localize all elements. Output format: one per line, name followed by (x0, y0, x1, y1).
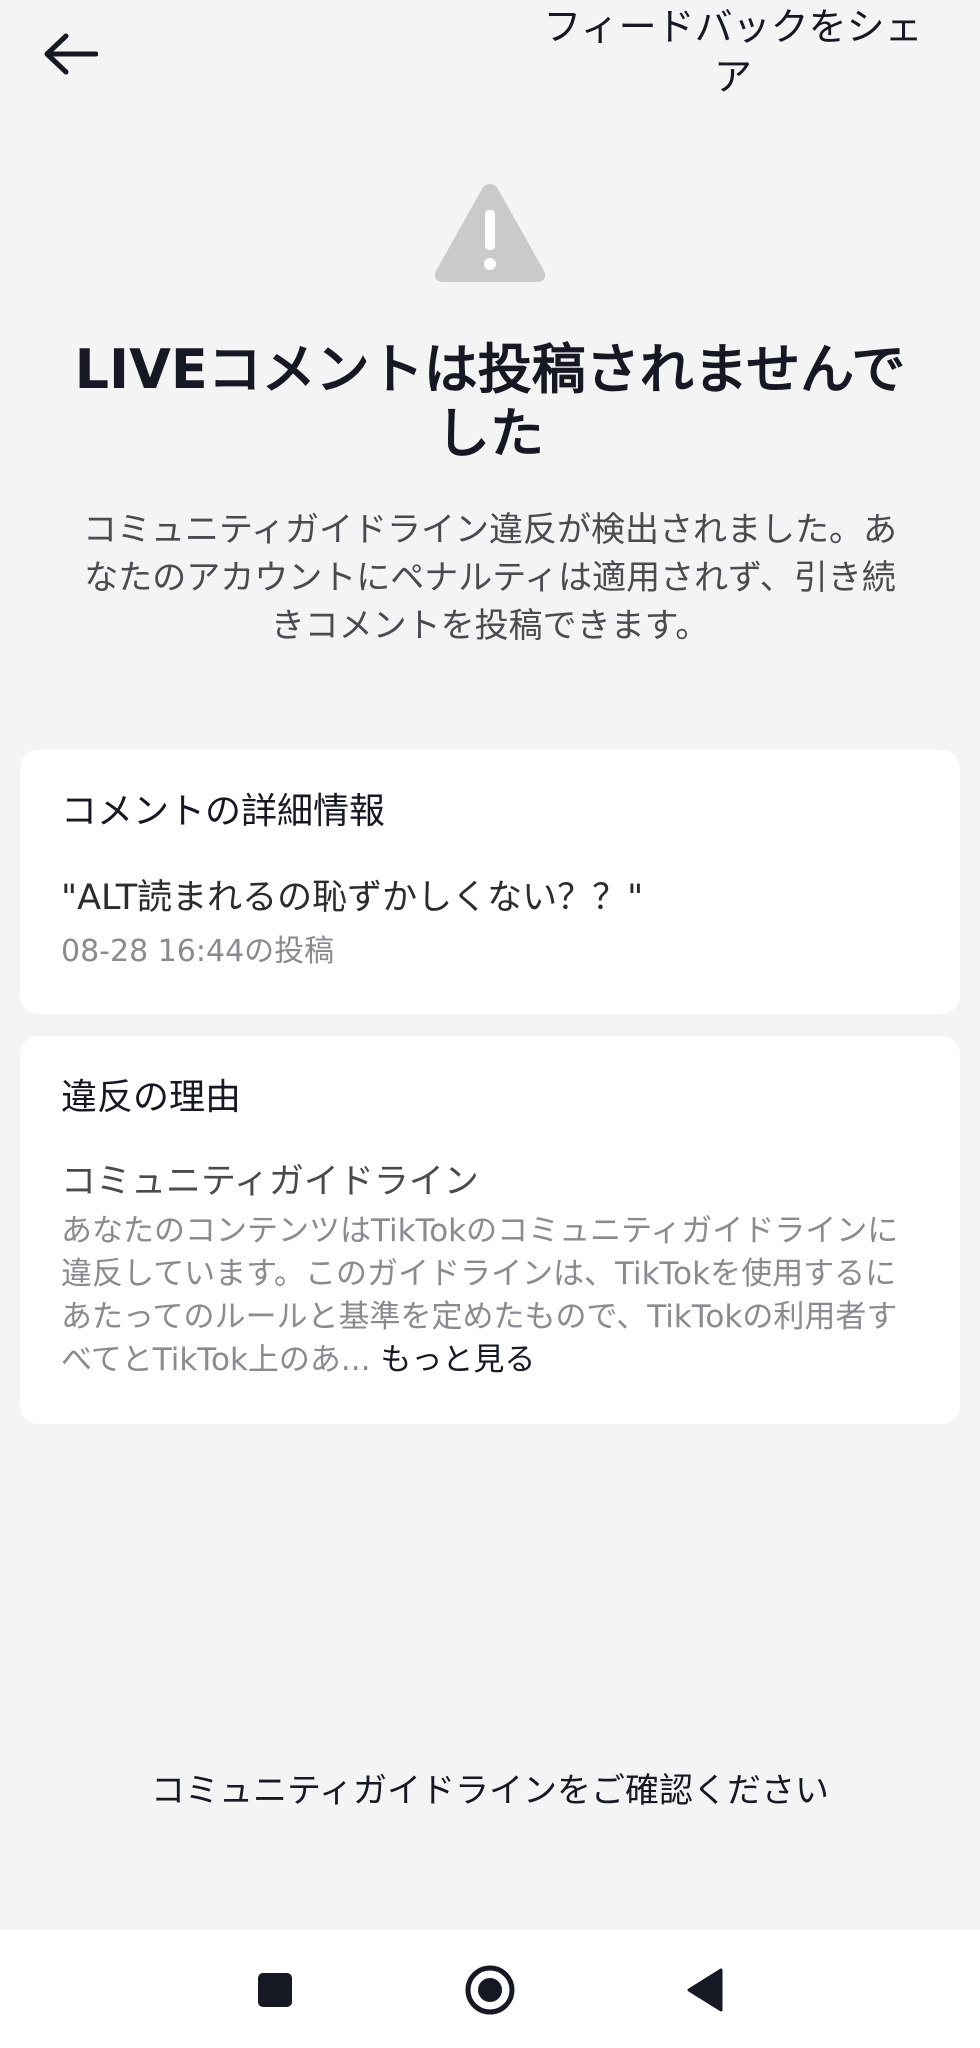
triangle-back-icon (687, 1968, 723, 2012)
violation-reason-title: 違反の理由 (61, 1077, 242, 1118)
arrow-left-icon (44, 33, 98, 75)
recents-button[interactable] (245, 1960, 305, 2020)
policy-name: コミュニティガイドライン (61, 1162, 479, 1202)
status-description: コミュニティガイドライン違反が検出されました。あなたのアカウントにペナルティは適… (83, 510, 897, 646)
comment-text: "ALT読まれるの恥ずかしくない？？" (61, 878, 644, 918)
see-more-link[interactable]: もっと見る (380, 1342, 535, 1378)
square-recents-icon (258, 1973, 292, 2007)
page-title: LIVEコメントは投稿されませんでした (74, 338, 906, 465)
top-bar: フィードバックをシェア (0, 0, 980, 110)
home-button[interactable] (460, 1960, 520, 2020)
violation-reason-card: 違反の理由 コミュニティガイドライン あなたのコンテンツはTikTokのコミュニ… (20, 1036, 960, 1424)
comment-details-title: コメントの詳細情報 (61, 791, 386, 832)
circle-home-icon (465, 1965, 515, 2015)
comment-timestamp: 08-28 16:44の投稿 (61, 934, 335, 969)
share-feedback-link[interactable]: フィードバックをシェア (528, 2, 938, 102)
system-back-button[interactable] (675, 1960, 735, 2020)
back-button[interactable] (30, 14, 110, 94)
policy-description: あなたのコンテンツはTikTokのコミュニティガイドラインに違反しています。この… (61, 1210, 921, 1382)
comment-details-card: コメントの詳細情報 "ALT読まれるの恥ずかしくない？？" 08-28 16:4… (20, 750, 960, 1014)
community-guidelines-link[interactable]: コミュニティガイドラインをご確認ください (0, 1768, 980, 1814)
system-navigation-bar (0, 1930, 980, 2048)
warning-triangle-icon (434, 184, 546, 282)
